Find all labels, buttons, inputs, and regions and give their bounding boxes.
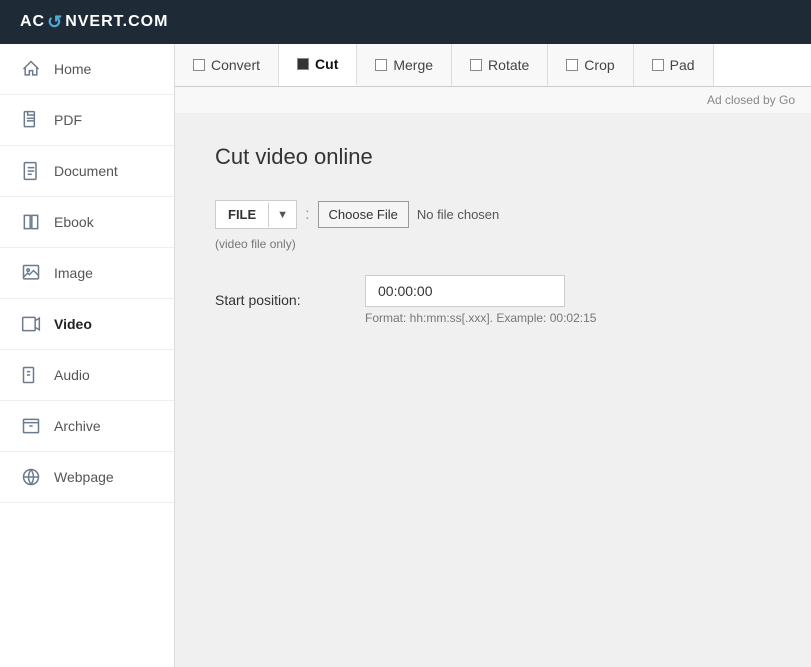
video-icon — [20, 313, 42, 335]
start-position-format-hint: Format: hh:mm:ss[.xxx]. Example: 00:02:1… — [365, 311, 596, 325]
choose-file-button[interactable]: Choose File — [318, 201, 409, 228]
document-icon — [20, 160, 42, 182]
file-field-group: FILE ▼ : Choose File No file chosen (vid… — [215, 200, 499, 251]
tab-cut-checkbox — [297, 58, 309, 70]
sidebar-item-pdf-label: PDF — [54, 112, 82, 128]
tab-merge-checkbox — [375, 59, 387, 71]
page-content: Cut video online FILE ▼ : Choose File No… — [175, 114, 811, 667]
start-position-row: Start position: Format: hh:mm:ss[.xxx]. … — [215, 275, 771, 325]
sidebar-item-video-label: Video — [54, 316, 92, 332]
content-area: Convert Cut Merge Rotate Crop Pad Ad closed b… — [175, 44, 811, 667]
sidebar-item-ebook-label: Ebook — [54, 214, 94, 230]
tab-convert[interactable]: Convert — [175, 44, 279, 86]
ad-text: Ad closed by Go — [707, 93, 795, 107]
sidebar-item-audio-label: Audio — [54, 367, 90, 383]
tab-cut[interactable]: Cut — [279, 44, 357, 86]
sidebar-item-home[interactable]: Home — [0, 44, 174, 95]
sidebar-item-archive-label: Archive — [54, 418, 101, 434]
format-hint-text: Format: hh:mm:ss[.xxx]. Example: — [365, 311, 546, 325]
tab-pad-checkbox — [652, 59, 664, 71]
audio-icon — [20, 364, 42, 386]
sidebar-item-pdf[interactable]: PDF — [0, 95, 174, 146]
logo-ac: AC — [20, 13, 45, 31]
format-hint-example: 00:02:15 — [550, 311, 597, 325]
tab-convert-checkbox — [193, 59, 205, 71]
ebook-icon — [20, 211, 42, 233]
sidebar-item-image-label: Image — [54, 265, 93, 281]
sidebar-item-audio[interactable]: Audio — [0, 350, 174, 401]
file-upload-row: FILE ▼ : Choose File No file chosen (vid… — [215, 200, 771, 251]
start-position-field-group: Format: hh:mm:ss[.xxx]. Example: 00:02:1… — [365, 275, 596, 325]
header: AC↺NVERT.COM — [0, 0, 811, 44]
sidebar-item-ebook[interactable]: Ebook — [0, 197, 174, 248]
tab-cut-label: Cut — [315, 56, 338, 72]
tab-crop-checkbox — [566, 59, 578, 71]
tab-rotate[interactable]: Rotate — [452, 44, 548, 86]
sidebar-item-video[interactable]: Video — [0, 299, 174, 350]
sidebar-item-document-label: Document — [54, 163, 118, 179]
tab-bar: Convert Cut Merge Rotate Crop Pad — [175, 44, 811, 87]
tab-rotate-label: Rotate — [488, 57, 529, 73]
sidebar-item-image[interactable]: Image — [0, 248, 174, 299]
webpage-icon — [20, 466, 42, 488]
archive-icon — [20, 415, 42, 437]
tab-convert-label: Convert — [211, 57, 260, 73]
logo-rest: NVERT.COM — [65, 13, 168, 31]
sidebar: Home PDF Document Ebook Image Video Audio Archi… — [0, 44, 175, 667]
page-title: Cut video online — [215, 144, 771, 170]
tab-pad-label: Pad — [670, 57, 695, 73]
ad-bar: Ad closed by Go — [175, 87, 811, 114]
sidebar-item-document[interactable]: Document — [0, 146, 174, 197]
start-position-input[interactable] — [365, 275, 565, 307]
file-dropdown-label: FILE — [216, 201, 268, 228]
file-section: FILE ▼ : Choose File No file chosen — [215, 200, 499, 229]
sidebar-item-webpage-label: Webpage — [54, 469, 114, 485]
start-position-label: Start position: — [215, 292, 345, 308]
file-dropdown[interactable]: FILE ▼ — [215, 200, 297, 229]
file-separator: : — [305, 206, 309, 224]
sidebar-item-home-label: Home — [54, 61, 91, 77]
sidebar-item-archive[interactable]: Archive — [0, 401, 174, 452]
main-layout: Home PDF Document Ebook Image Video Audio Archi… — [0, 44, 811, 667]
tab-rotate-checkbox — [470, 59, 482, 71]
tab-crop[interactable]: Crop — [548, 44, 633, 86]
logo[interactable]: AC↺NVERT.COM — [20, 12, 168, 33]
dropdown-arrow-icon[interactable]: ▼ — [268, 203, 296, 227]
home-icon — [20, 58, 42, 80]
pdf-icon — [20, 109, 42, 131]
logo-arrow-icon: ↺ — [47, 12, 63, 33]
tab-pad[interactable]: Pad — [634, 44, 714, 86]
no-file-text: No file chosen — [417, 207, 499, 222]
sidebar-item-webpage[interactable]: Webpage — [0, 452, 174, 503]
tab-crop-label: Crop — [584, 57, 614, 73]
file-hint: (video file only) — [215, 237, 499, 251]
image-icon — [20, 262, 42, 284]
tab-merge[interactable]: Merge — [357, 44, 452, 86]
tab-merge-label: Merge — [393, 57, 433, 73]
